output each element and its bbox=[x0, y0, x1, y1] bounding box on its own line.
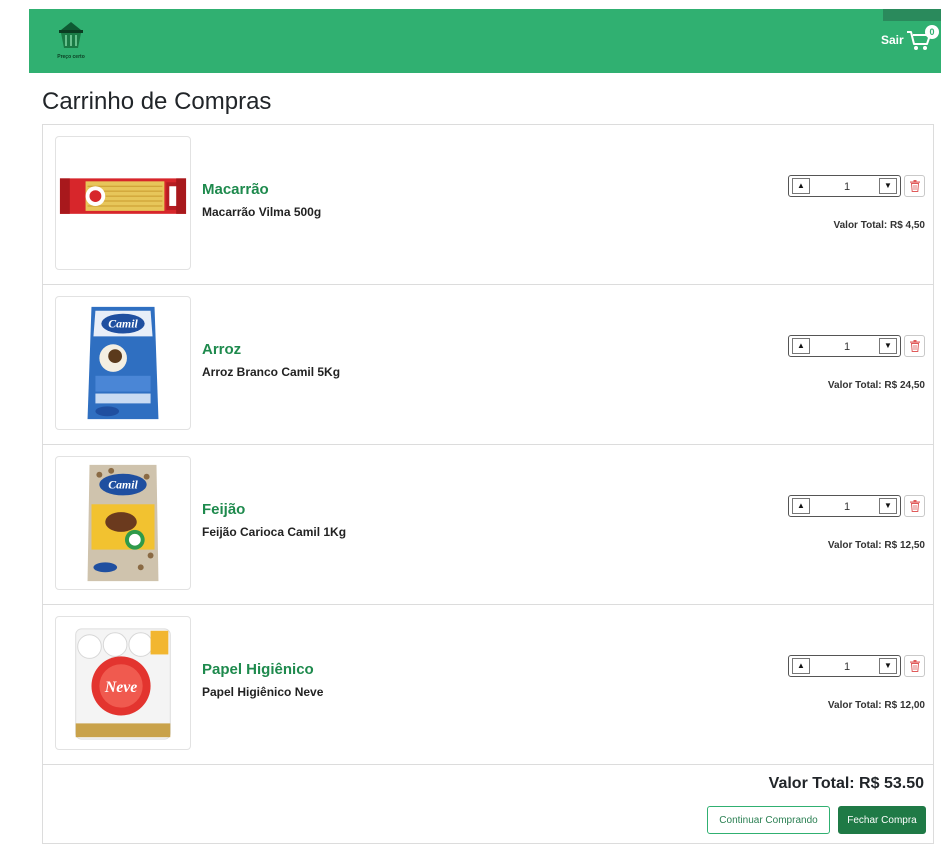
product-image bbox=[55, 136, 191, 270]
remove-item-button[interactable] bbox=[904, 655, 925, 677]
product-name: Macarrão bbox=[202, 181, 269, 198]
product-image: Camil bbox=[55, 296, 191, 430]
brand-text: Preço certo bbox=[57, 54, 85, 60]
trash-icon bbox=[909, 500, 920, 512]
product-description: Papel Higiênico Neve bbox=[202, 685, 324, 699]
continue-shopping-button[interactable]: Continuar Comprando bbox=[707, 806, 830, 834]
quantity-stepper: ▲ ▼ bbox=[788, 495, 925, 517]
quantity-box: ▲ ▼ bbox=[788, 335, 901, 357]
pasta-package-icon bbox=[59, 178, 187, 214]
item-total: Valor Total: R$ 24,50 bbox=[827, 380, 925, 391]
quantity-decrease-button[interactable]: ▼ bbox=[879, 498, 897, 514]
quantity-box: ▲ ▼ bbox=[788, 495, 901, 517]
logout-link[interactable]: Sair bbox=[881, 33, 904, 47]
remove-item-button[interactable] bbox=[904, 495, 925, 517]
toilet-paper-pack-icon: Neve bbox=[75, 628, 171, 740]
quantity-decrease-button[interactable]: ▼ bbox=[879, 338, 897, 354]
brand-label: Neve bbox=[104, 679, 137, 696]
item-total: Valor Total: R$ 12,00 bbox=[827, 700, 925, 711]
trash-icon bbox=[909, 660, 920, 672]
brand-label: Camil bbox=[108, 317, 138, 331]
basket-icon bbox=[59, 22, 83, 48]
product-description: Arroz Branco Camil 5Kg bbox=[202, 365, 341, 379]
remove-item-button[interactable] bbox=[904, 175, 925, 197]
brand-logo[interactable]: Preço certo bbox=[51, 18, 91, 64]
navbar-tab bbox=[883, 9, 941, 21]
quantity-increase-button[interactable]: ▲ bbox=[792, 338, 810, 354]
quantity-stepper: ▲ ▼ bbox=[788, 655, 925, 677]
cart-item: Camil Arroz Arroz Branco Camil 5Kg ▲ ▼ bbox=[43, 285, 933, 445]
item-total: Valor Total: R$ 4,50 bbox=[833, 220, 925, 231]
quantity-decrease-button[interactable]: ▼ bbox=[879, 178, 897, 194]
product-name: Arroz bbox=[202, 341, 242, 358]
cart-count-badge: 0 bbox=[925, 25, 939, 39]
checkout-button[interactable]: Fechar Compra bbox=[838, 806, 926, 834]
quantity-stepper: ▲ ▼ bbox=[788, 175, 925, 197]
product-name: Papel Higiênico bbox=[202, 661, 314, 678]
quantity-input[interactable] bbox=[813, 657, 881, 677]
quantity-increase-button[interactable]: ▲ bbox=[792, 178, 810, 194]
quantity-increase-button[interactable]: ▲ bbox=[792, 498, 810, 514]
product-name: Feijão bbox=[202, 501, 246, 518]
page-title: Carrinho de Compras bbox=[42, 88, 272, 115]
cart-button[interactable]: 0 bbox=[905, 25, 939, 55]
trash-icon bbox=[909, 180, 920, 192]
navbar: Preço certo Sair 0 bbox=[29, 9, 941, 73]
quantity-box: ▲ ▼ bbox=[788, 655, 901, 677]
product-description: Macarrão Vilma 500g bbox=[202, 205, 322, 219]
cart-list: Macarrão Macarrão Vilma 500g ▲ ▼ Valor T… bbox=[42, 124, 934, 844]
brand-label: Camil bbox=[108, 478, 138, 492]
cart-item: Camil Feijão Feijão Carioca Camil 1Kg ▲ … bbox=[43, 445, 933, 605]
item-total: Valor Total: R$ 12,50 bbox=[827, 540, 925, 551]
cart-item: Neve Papel Higiênico Papel Higiênico Nev… bbox=[43, 605, 933, 765]
quantity-input[interactable] bbox=[813, 177, 881, 197]
trash-icon bbox=[909, 340, 920, 352]
cart-grand-total: Valor Total: R$ 53.50 bbox=[768, 775, 924, 792]
product-image: Camil bbox=[55, 456, 191, 590]
quantity-input[interactable] bbox=[813, 497, 881, 517]
rice-bag-icon: Camil bbox=[87, 306, 159, 420]
quantity-increase-button[interactable]: ▲ bbox=[792, 658, 810, 674]
remove-item-button[interactable] bbox=[904, 335, 925, 357]
quantity-box: ▲ ▼ bbox=[788, 175, 901, 197]
product-description: Feijão Carioca Camil 1Kg bbox=[202, 525, 347, 539]
quantity-decrease-button[interactable]: ▼ bbox=[879, 658, 897, 674]
cart-item: Macarrão Macarrão Vilma 500g ▲ ▼ Valor T… bbox=[43, 125, 933, 285]
quantity-input[interactable] bbox=[813, 337, 881, 357]
beans-bag-icon: Camil bbox=[87, 464, 159, 582]
quantity-stepper: ▲ ▼ bbox=[788, 335, 925, 357]
product-image: Neve bbox=[55, 616, 191, 750]
